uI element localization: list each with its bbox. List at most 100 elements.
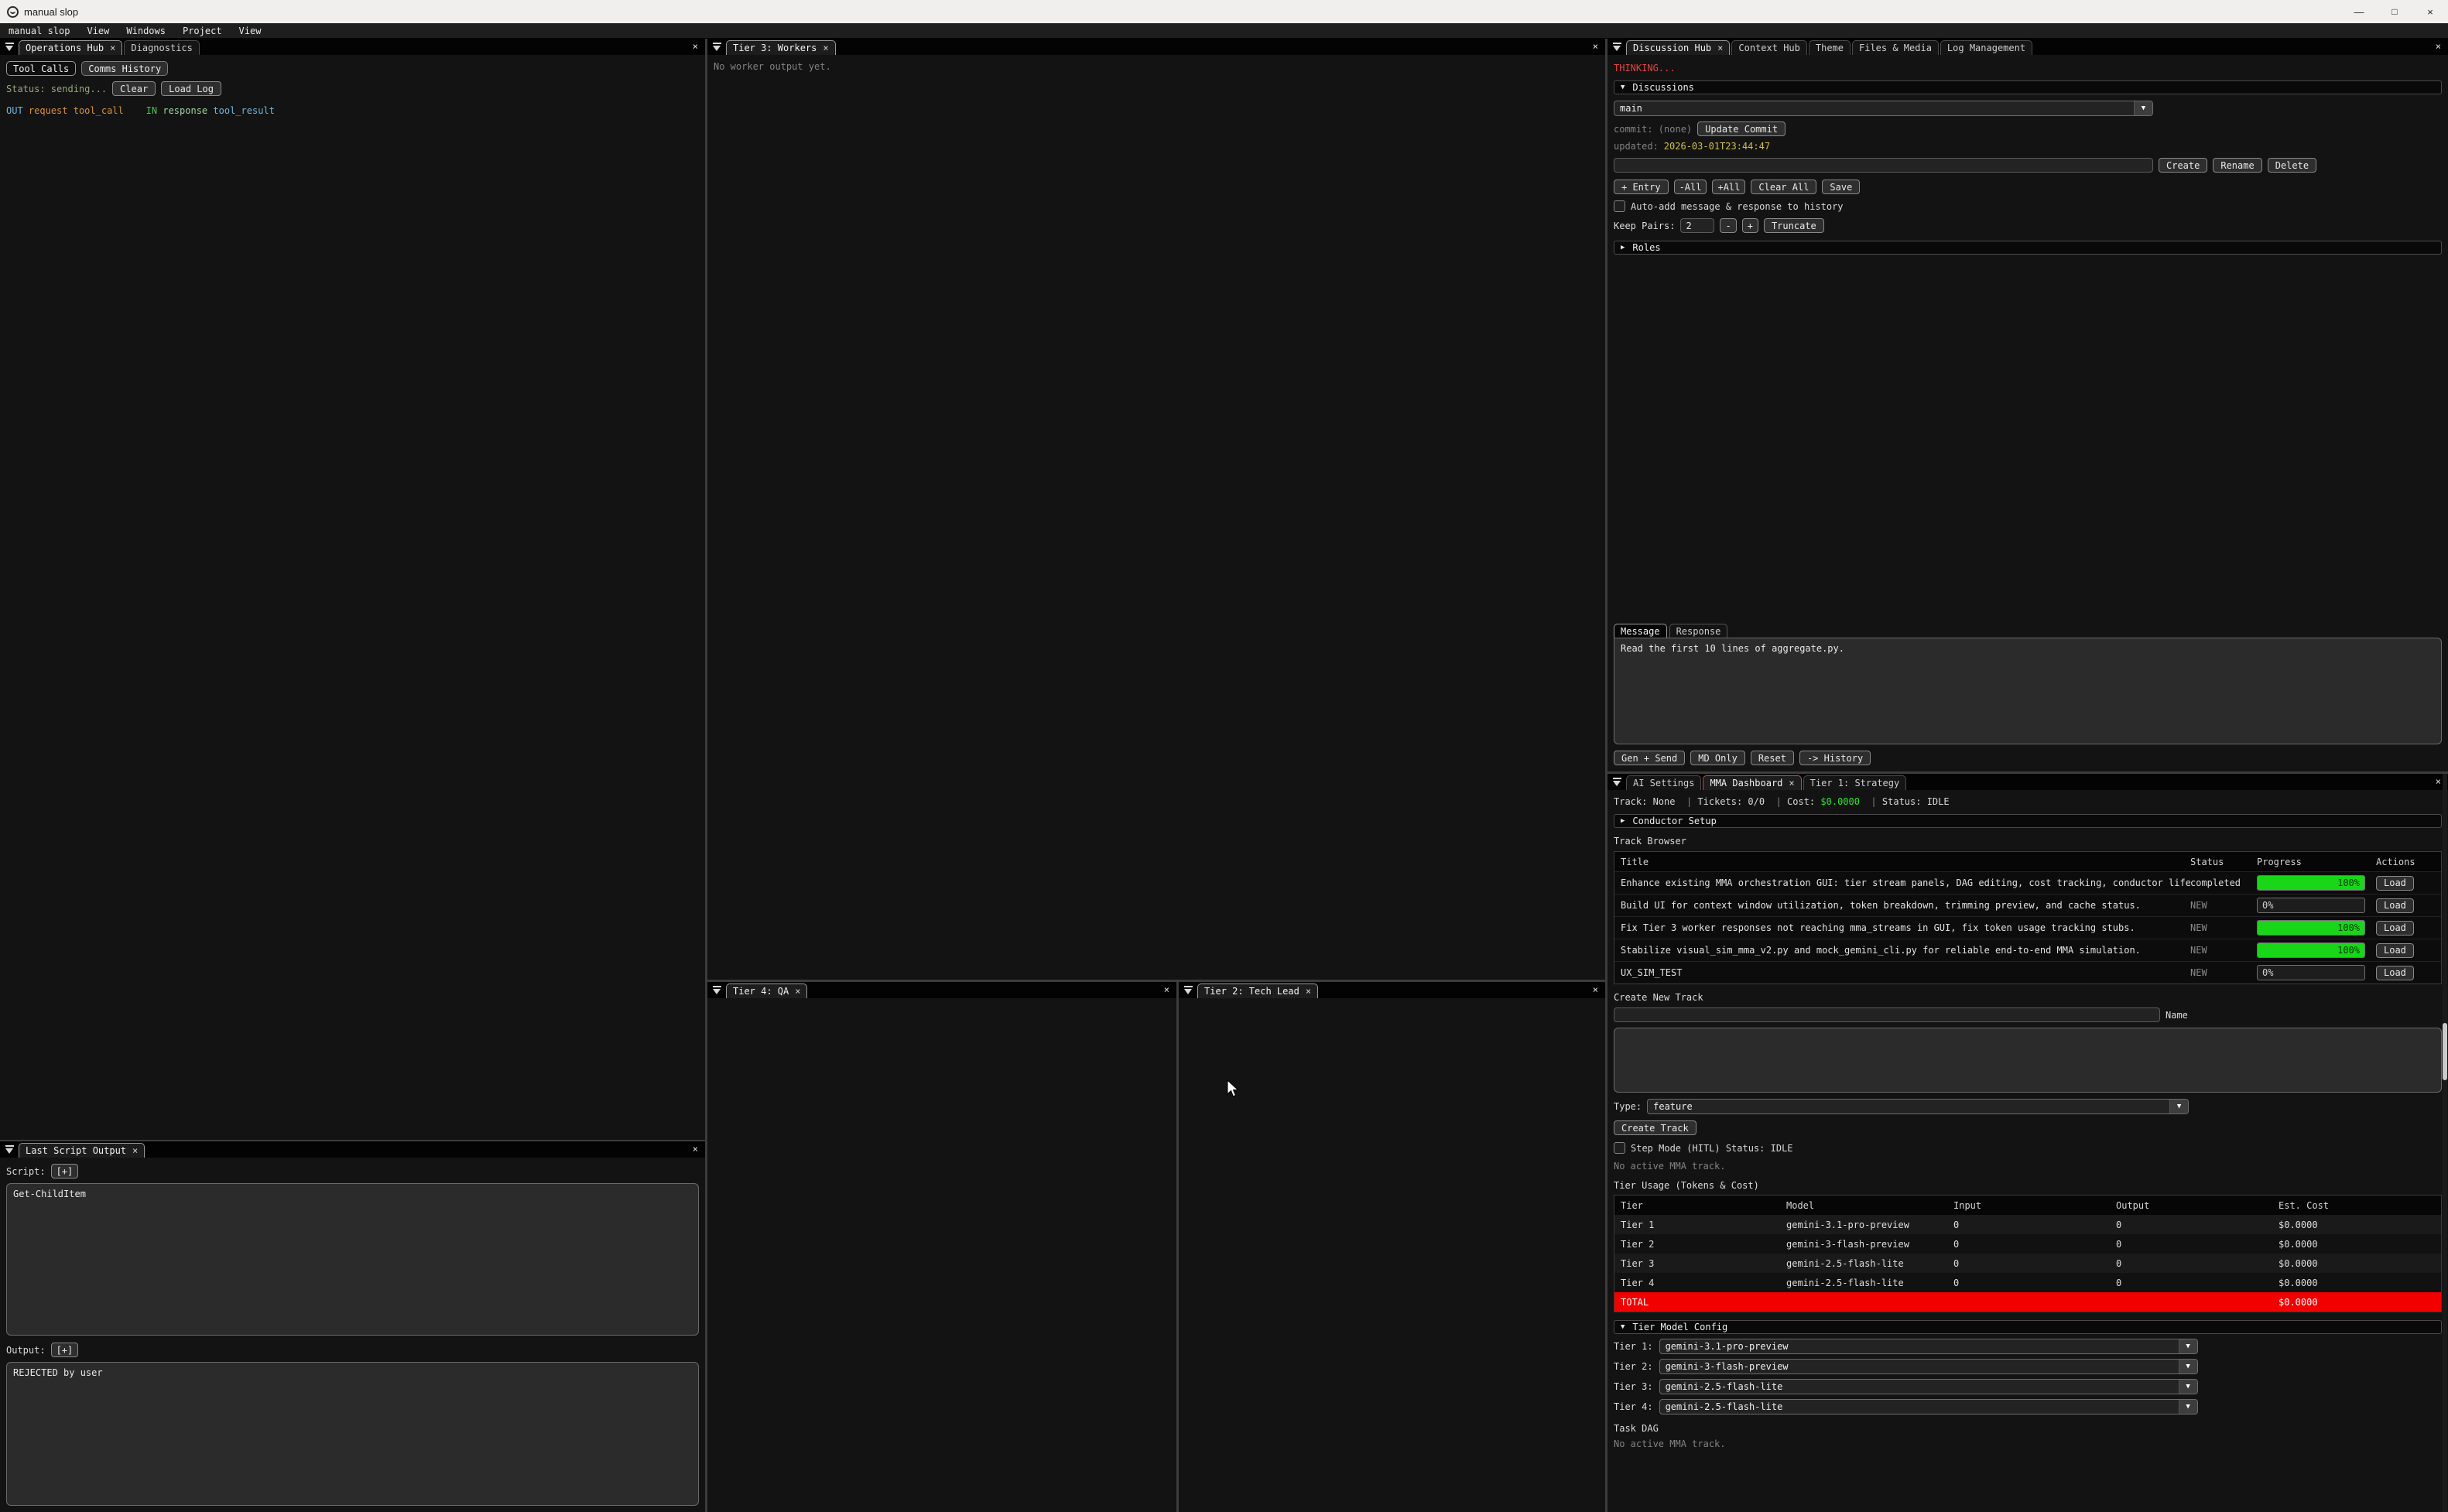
script-expand-button[interactable]: [+] bbox=[51, 1164, 79, 1178]
close-icon[interactable]: × bbox=[1789, 778, 1794, 788]
discussion-name-input[interactable] bbox=[1614, 158, 2153, 173]
update-commit-button[interactable]: Update Commit bbox=[1697, 121, 1785, 136]
table-row[interactable]: UX_SIM_TEST NEW 0% Load bbox=[1614, 961, 2441, 983]
minimize-icon[interactable]: — bbox=[2341, 0, 2377, 23]
gen-send-button[interactable]: Gen + Send bbox=[1614, 751, 1685, 765]
load-track-button[interactable]: Load bbox=[2376, 943, 2414, 958]
scrollbar-thumb[interactable] bbox=[2443, 1023, 2447, 1080]
menu-item-view-2[interactable]: View bbox=[231, 26, 270, 36]
tier3-model-select[interactable]: gemini-2.5-flash-lite ▼ bbox=[1659, 1379, 2198, 1394]
step-mode-checkbox[interactable] bbox=[1614, 1142, 1625, 1154]
tier4-model-select[interactable]: gemini-2.5-flash-lite ▼ bbox=[1659, 1399, 2198, 1415]
add-entry-button[interactable]: + Entry bbox=[1614, 180, 1669, 194]
save-button[interactable]: Save bbox=[1822, 180, 1860, 194]
increment-button[interactable]: + bbox=[1742, 218, 1758, 233]
clear-all-button[interactable]: Clear All bbox=[1751, 180, 1816, 194]
rename-button[interactable]: Rename bbox=[2213, 158, 2261, 173]
track-description-textarea[interactable] bbox=[1614, 1028, 2442, 1093]
close-icon[interactable]: × bbox=[795, 986, 800, 997]
discussion-select[interactable]: main ▼ bbox=[1614, 101, 2153, 116]
menu-item-project[interactable]: Project bbox=[174, 26, 231, 36]
tier1-model-select[interactable]: gemini-3.1-pro-preview ▼ bbox=[1659, 1339, 2198, 1354]
tab-message[interactable]: Message bbox=[1614, 624, 1667, 638]
panel-menu-icon[interactable] bbox=[712, 43, 722, 53]
panel-menu-icon[interactable] bbox=[5, 43, 15, 53]
tool-call-log-line[interactable]: OUT request tool_call IN response tool_r… bbox=[6, 105, 699, 116]
panel-menu-icon[interactable] bbox=[1612, 43, 1622, 53]
scrollbar[interactable] bbox=[2443, 774, 2447, 1512]
tab-tier2-tech-lead[interactable]: Tier 2: Tech Lead × bbox=[1197, 983, 1318, 998]
tab-tier4-qa[interactable]: Tier 4: QA × bbox=[726, 983, 807, 998]
load-track-button[interactable]: Load bbox=[2376, 876, 2414, 891]
close-icon[interactable]: × bbox=[693, 1144, 698, 1155]
table-row[interactable]: Enhance existing MMA orchestration GUI: … bbox=[1614, 871, 2441, 894]
load-track-button[interactable]: Load bbox=[2376, 898, 2414, 913]
tab-log-management[interactable]: Log Management bbox=[1940, 40, 2032, 55]
tab-theme[interactable]: Theme bbox=[1809, 40, 1851, 55]
panel-menu-icon[interactable] bbox=[1612, 778, 1622, 788]
tab-operations-hub[interactable]: Operations Hub × bbox=[19, 40, 122, 55]
tab-mma-dashboard[interactable]: MMA Dashboard × bbox=[1703, 775, 1801, 790]
panel-menu-icon[interactable] bbox=[5, 1145, 15, 1155]
load-track-button[interactable]: Load bbox=[2376, 966, 2414, 980]
delete-button[interactable]: Delete bbox=[2268, 158, 2316, 173]
close-icon[interactable]: × bbox=[1717, 43, 1723, 53]
minus-all-button[interactable]: -All bbox=[1674, 180, 1707, 194]
close-icon[interactable]: × bbox=[693, 41, 698, 52]
tab-last-script-output[interactable]: Last Script Output × bbox=[19, 1143, 145, 1158]
keep-pairs-input[interactable] bbox=[1680, 218, 1714, 233]
close-icon[interactable]: × bbox=[1164, 984, 1169, 995]
panel-menu-icon[interactable] bbox=[1183, 986, 1193, 996]
conductor-setup-header[interactable]: ▶ Conductor Setup bbox=[1614, 814, 2442, 828]
to-history-button[interactable]: -> History bbox=[1799, 751, 1871, 765]
table-row[interactable]: Build UI for context window utilization,… bbox=[1614, 894, 2441, 916]
close-icon[interactable]: × bbox=[2436, 776, 2441, 787]
message-textarea[interactable]: Read the first 10 lines of aggregate.py. bbox=[1614, 638, 2442, 744]
tier2-model-select[interactable]: gemini-3-flash-preview ▼ bbox=[1659, 1359, 2198, 1374]
decrement-button[interactable]: - bbox=[1720, 218, 1736, 233]
discussions-section-header[interactable]: ▼ Discussions bbox=[1614, 80, 2442, 94]
table-row[interactable]: Stabilize visual_sim_mma_v2.py and mock_… bbox=[1614, 939, 2441, 961]
output-expand-button[interactable]: [+] bbox=[51, 1343, 79, 1357]
panel-menu-icon[interactable] bbox=[712, 986, 722, 996]
menu-item-windows[interactable]: Windows bbox=[118, 26, 174, 36]
close-icon[interactable]: × bbox=[2436, 41, 2441, 52]
clear-button[interactable]: Clear bbox=[112, 81, 156, 96]
menu-item-view[interactable]: View bbox=[78, 26, 118, 36]
close-icon[interactable]: × bbox=[1593, 41, 1598, 52]
load-track-button[interactable]: Load bbox=[2376, 921, 2414, 936]
script-textarea[interactable]: Get-ChildItem bbox=[6, 1183, 699, 1336]
close-icon[interactable]: × bbox=[132, 1145, 138, 1156]
create-track-button[interactable]: Create Track bbox=[1614, 1120, 1696, 1135]
track-name-input[interactable] bbox=[1614, 1007, 2160, 1022]
tab-tier3-workers[interactable]: Tier 3: Workers × bbox=[726, 40, 836, 55]
tab-ai-settings[interactable]: AI Settings bbox=[1626, 775, 1701, 790]
tab-diagnostics[interactable]: Diagnostics bbox=[124, 40, 199, 55]
reset-button[interactable]: Reset bbox=[1751, 751, 1794, 765]
create-button[interactable]: Create bbox=[2159, 158, 2207, 173]
tab-context-hub[interactable]: Context Hub bbox=[1731, 40, 1806, 55]
load-log-button[interactable]: Load Log bbox=[161, 81, 221, 96]
tab-files-media[interactable]: Files & Media bbox=[1852, 40, 1939, 55]
tab-discussion-hub[interactable]: Discussion Hub × bbox=[1626, 40, 1730, 55]
tab-comms-history[interactable]: Comms History bbox=[81, 61, 168, 76]
tab-tool-calls[interactable]: Tool Calls bbox=[6, 61, 76, 76]
track-type-select[interactable]: feature ▼ bbox=[1647, 1099, 2189, 1114]
maximize-icon[interactable]: □ bbox=[2377, 0, 2412, 23]
close-icon[interactable]: × bbox=[1593, 984, 1598, 995]
truncate-button[interactable]: Truncate bbox=[1764, 218, 1824, 233]
md-only-button[interactable]: MD Only bbox=[1690, 751, 1745, 765]
tier-model-config-header[interactable]: ▼ Tier Model Config bbox=[1614, 1320, 2442, 1334]
close-window-icon[interactable]: × bbox=[2412, 0, 2448, 23]
table-row[interactable]: Fix Tier 3 worker responses not reaching… bbox=[1614, 916, 2441, 939]
close-icon[interactable]: × bbox=[823, 43, 828, 53]
output-textarea[interactable]: REJECTED by user bbox=[6, 1362, 699, 1506]
close-icon[interactable]: × bbox=[1306, 986, 1311, 997]
plus-all-button[interactable]: +All bbox=[1712, 180, 1745, 194]
auto-add-checkbox[interactable] bbox=[1614, 200, 1625, 212]
close-icon[interactable]: × bbox=[110, 43, 115, 53]
roles-section-header[interactable]: ▶ Roles bbox=[1614, 241, 2442, 255]
menu-item-manual-slop[interactable]: manual slop bbox=[0, 26, 78, 36]
tab-response[interactable]: Response bbox=[1669, 624, 1728, 638]
tab-tier1-strategy[interactable]: Tier 1: Strategy bbox=[1803, 775, 1907, 790]
